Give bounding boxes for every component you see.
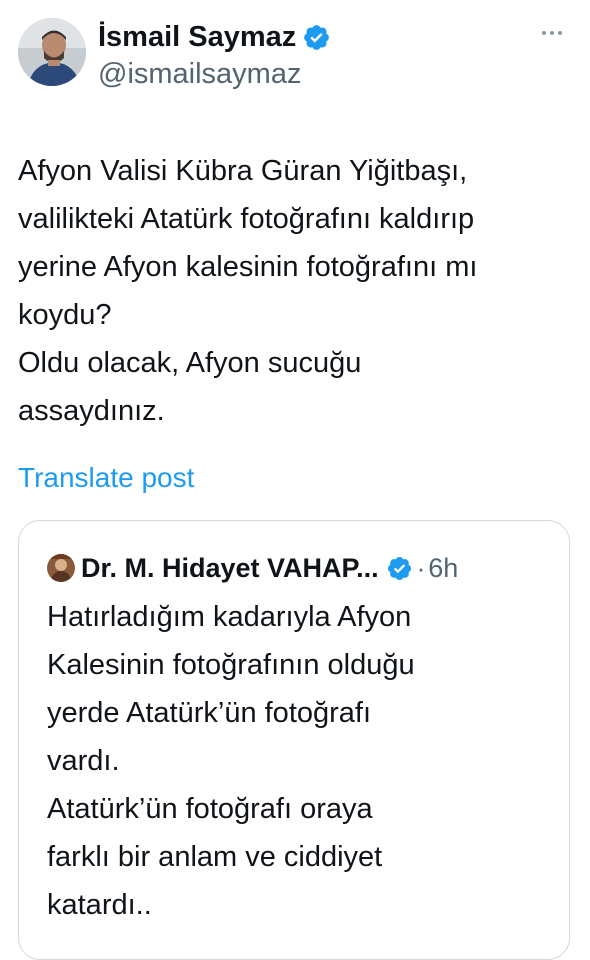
- quoted-tweet[interactable]: Dr. M. Hidayet VAHAP... · 6h Hatırladığı…: [18, 520, 570, 960]
- author-handle[interactable]: @ismailsaymaz: [98, 58, 301, 91]
- author-name-row: İsmail Saymaz: [98, 17, 331, 57]
- verified-badge-icon: [302, 23, 331, 52]
- quoted-separator: ·: [416, 552, 426, 583]
- quoted-text-line: vardı.: [47, 745, 120, 777]
- translate-post-link[interactable]: Translate post: [18, 462, 194, 494]
- author-avatar[interactable]: [18, 18, 86, 86]
- tweet-text: Afyon Valisi Kübra Güran Yiğitbaşı, vali…: [18, 147, 578, 435]
- quoted-text-line: katardı..: [47, 889, 152, 921]
- quoted-text-line: Hatırladığım kadarıyla Afyon: [47, 601, 412, 633]
- tweet-text-line: Oldu olacak, Afyon sucuğu: [18, 347, 362, 379]
- quoted-tweet-text: Hatırladığım kadarıyla Afyon Kalesinin f…: [47, 593, 557, 929]
- tweet-text-line: yerine Afyon kalesinin fotoğrafını mı: [18, 251, 478, 283]
- tweet-text-line: assaydınız.: [18, 395, 165, 427]
- more-dot: [550, 31, 554, 35]
- tweet: İsmail Saymaz @ismailsaymaz Afyon Valisi…: [0, 0, 590, 960]
- more-dot: [542, 31, 546, 35]
- quoted-timestamp: 6h: [428, 552, 459, 583]
- quoted-text-line: yerde Atatürk’ün fotoğrafı: [47, 697, 372, 729]
- more-options-icon[interactable]: [530, 20, 574, 46]
- quoted-text-line: Kalesinin fotoğrafının olduğu: [47, 649, 415, 681]
- quoted-text-line: Atatürk’ün fotoğrafı oraya: [47, 793, 373, 825]
- author-display-name[interactable]: İsmail Saymaz: [98, 21, 296, 54]
- more-dot: [558, 31, 562, 35]
- quoted-author-avatar: [47, 554, 75, 582]
- tweet-text-line: Afyon Valisi Kübra Güran Yiğitbaşı,: [18, 155, 468, 187]
- quoted-author-name: Dr. M. Hidayet VAHAP...: [81, 552, 379, 583]
- verified-badge-icon: [386, 555, 413, 582]
- quoted-tweet-header: Dr. M. Hidayet VAHAP... · 6h: [47, 551, 458, 585]
- quoted-text-line: farklı bir anlam ve ciddiyet: [47, 841, 383, 873]
- tweet-text-line: koydu?: [18, 299, 112, 331]
- tweet-text-line: valilikteki Atatürk fotoğrafını kaldırıp: [18, 203, 475, 235]
